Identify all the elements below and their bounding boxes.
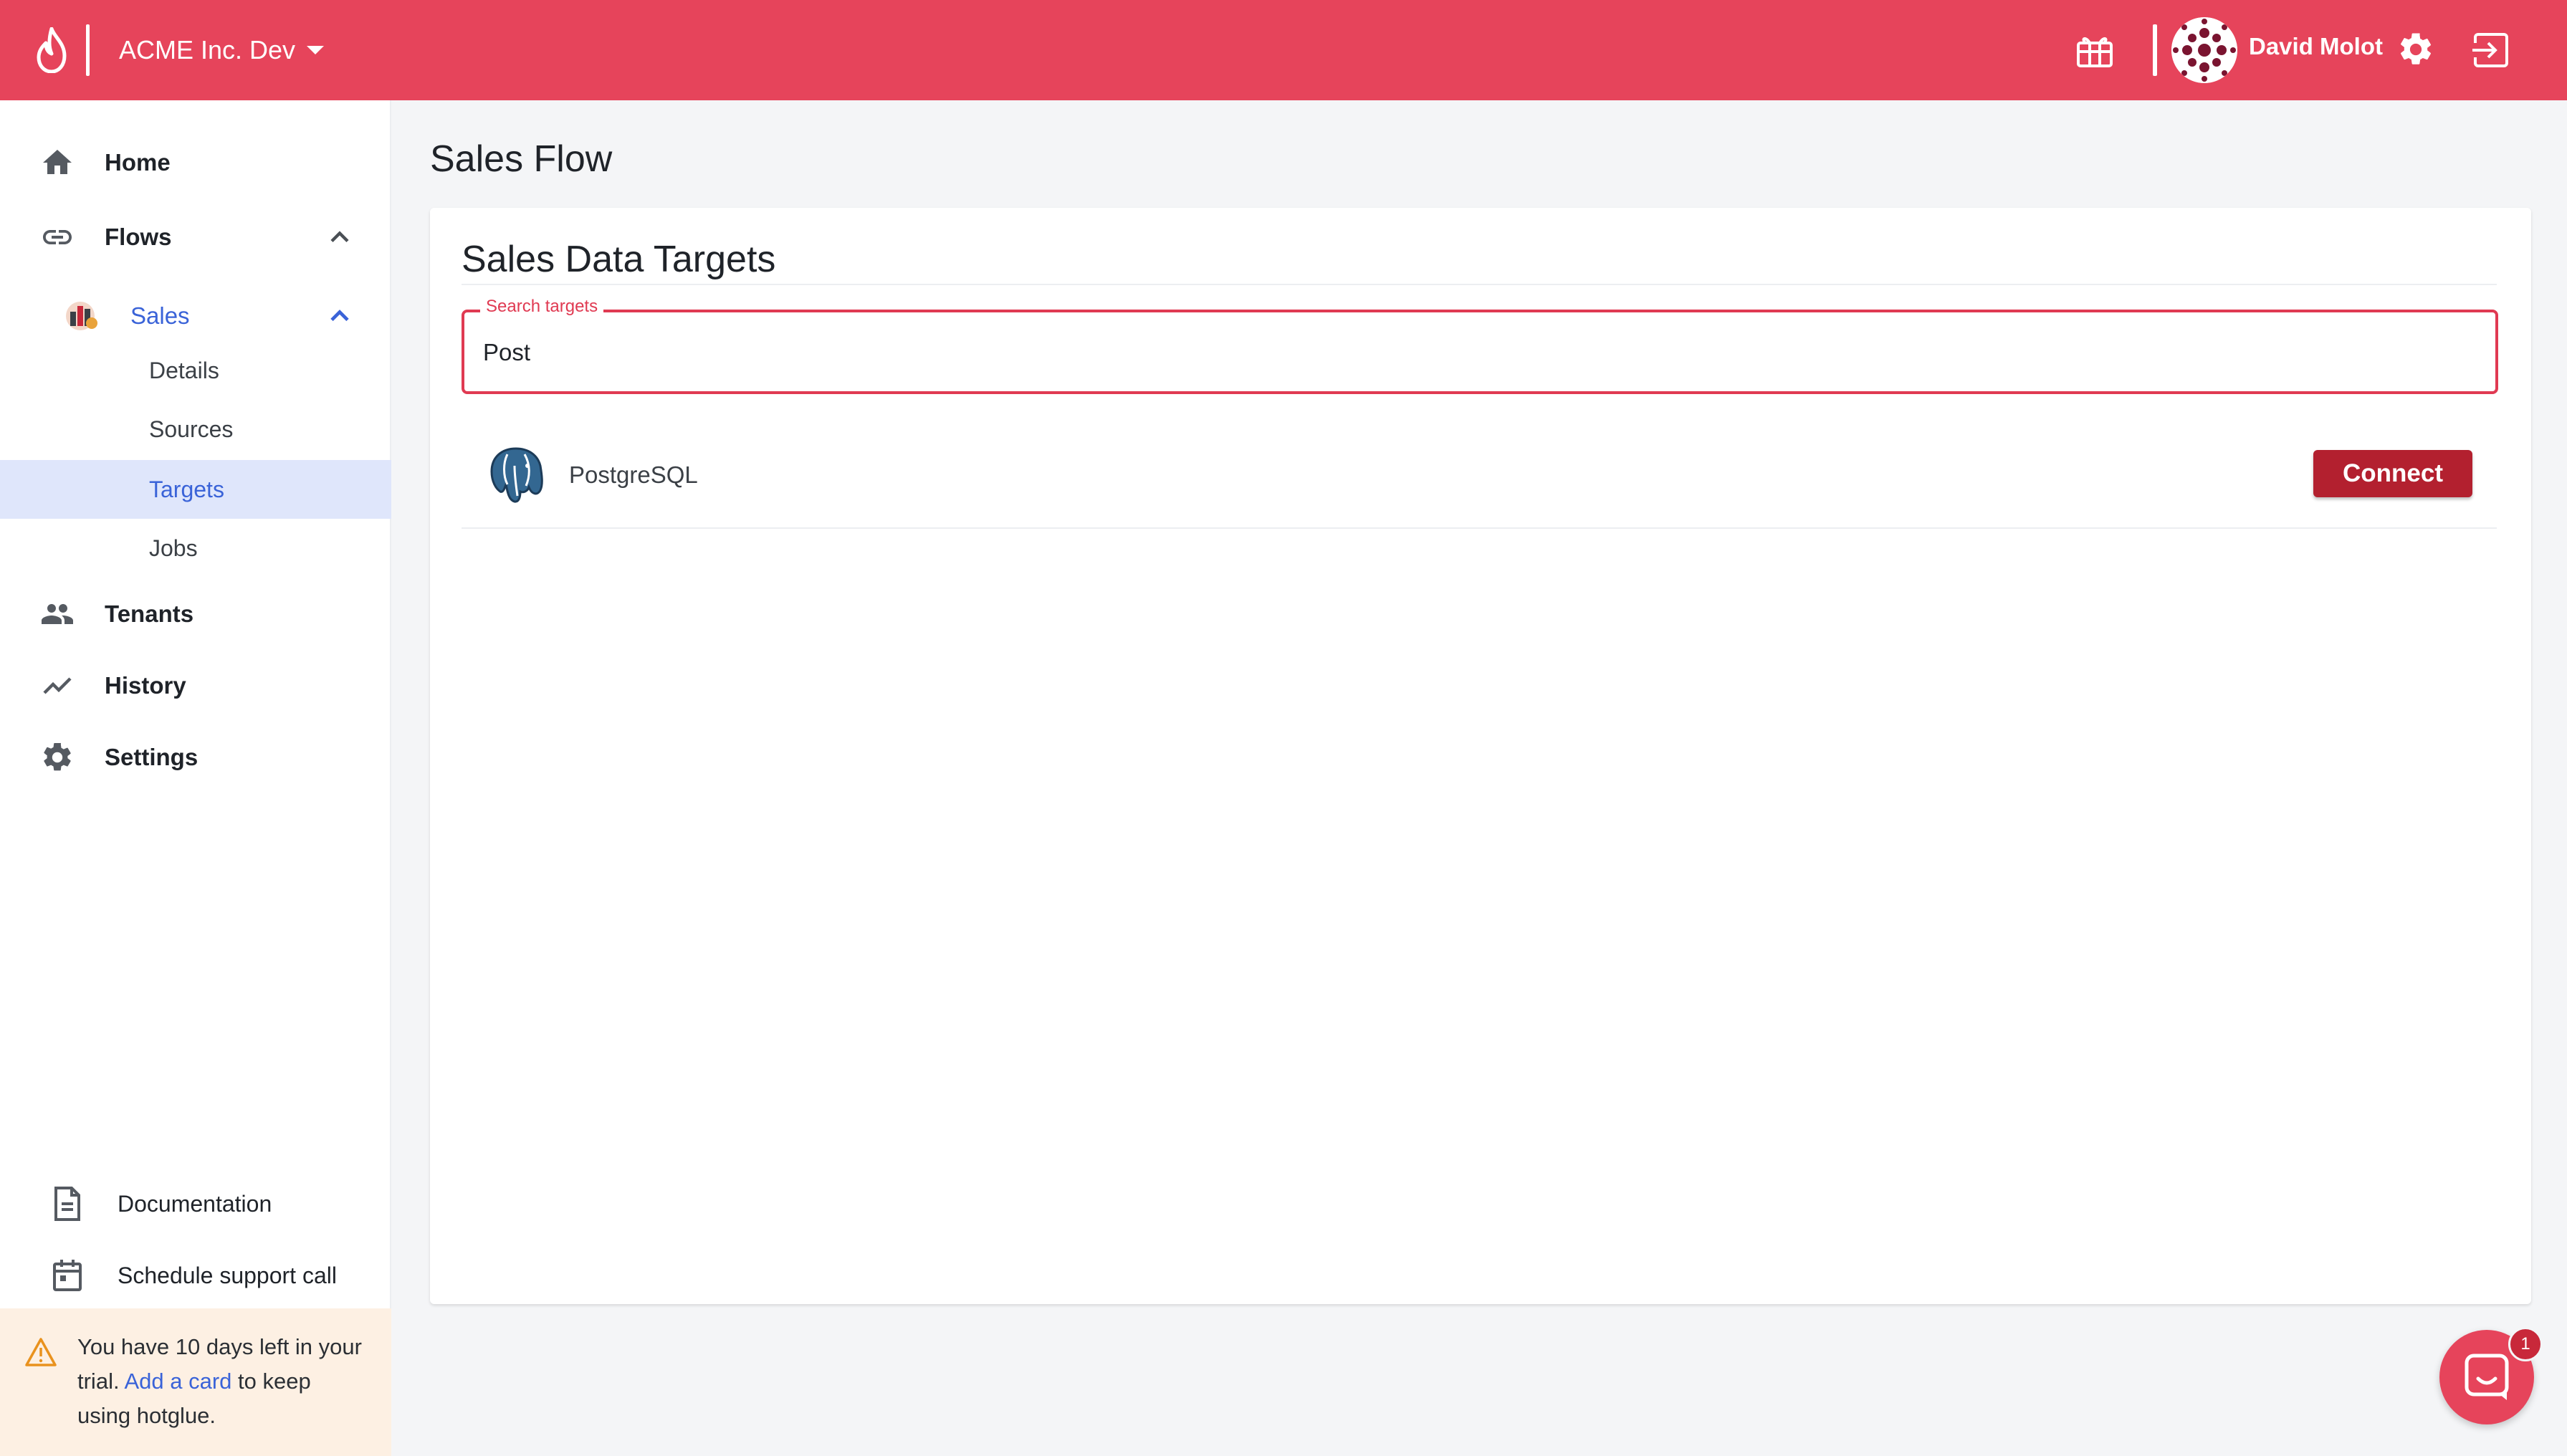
header-divider <box>86 24 90 76</box>
org-name: ACME Inc. Dev <box>119 35 296 64</box>
sidebar-flow-sales[interactable]: Sales <box>0 284 391 348</box>
document-icon <box>54 1187 80 1221</box>
page-title: Sales Flow <box>430 138 613 180</box>
sidebar-item-label: Home <box>105 149 171 176</box>
flame-logo-icon[interactable] <box>33 27 70 73</box>
chevron-up-icon[interactable] <box>324 221 355 253</box>
caret-down-icon <box>307 46 325 54</box>
sidebar: Home Flows Sales Details Sources Targets… <box>0 100 391 1456</box>
subitem-label: Jobs <box>149 535 198 561</box>
gear-icon <box>44 742 71 771</box>
search-input[interactable] <box>483 327 2475 378</box>
sidebar-item-home[interactable]: Home <box>0 130 391 195</box>
top-header: ACME Inc. Dev David Molot <box>0 0 2567 100</box>
search-field[interactable]: Search targets <box>462 297 2498 394</box>
search-label: Search targets <box>480 297 604 317</box>
calendar-icon <box>53 1260 82 1291</box>
add-card-link[interactable]: Add a card <box>124 1369 231 1394</box>
targets-card: Sales Data Targets Search targets Postgr… <box>430 208 2531 1304</box>
people-icon <box>42 604 73 624</box>
sidebar-subitem-details[interactable]: Details <box>0 341 391 400</box>
sidebar-item-tenants[interactable]: Tenants <box>0 582 391 646</box>
sidebar-item-label: Settings <box>105 744 199 770</box>
list-item: PostgreSQL Connect <box>462 424 2497 529</box>
logout-icon[interactable] <box>2471 30 2511 70</box>
card-title: Sales Data Targets <box>462 239 776 280</box>
user-name[interactable]: David Molot <box>2249 33 2383 60</box>
sidebar-item-label: Flows <box>105 224 172 250</box>
postgresql-icon <box>490 447 543 503</box>
trending-icon <box>43 677 72 694</box>
schedule-support-call-link[interactable]: Schedule support call <box>0 1247 391 1304</box>
subitem-label: Targets <box>149 476 224 502</box>
gear-icon[interactable] <box>2396 30 2435 69</box>
chevron-up-icon[interactable] <box>324 300 355 332</box>
sidebar-item-flows[interactable]: Flows <box>0 205 391 269</box>
connect-button[interactable]: Connect <box>2313 450 2472 497</box>
sidebar-item-label: History <box>105 672 186 699</box>
gift-icon[interactable] <box>2075 32 2114 69</box>
sales-flow-icon <box>66 302 97 330</box>
trial-banner: You have 10 days left in your trial. Add… <box>0 1308 391 1456</box>
home-icon <box>43 150 72 174</box>
org-selector[interactable]: ACME Inc. Dev <box>119 29 325 72</box>
bottom-link-label: Documentation <box>118 1190 272 1217</box>
sidebar-subitem-jobs[interactable]: Jobs <box>0 519 391 578</box>
sidebar-item-label: Tenants <box>105 600 194 627</box>
sidebar-flow-label: Sales <box>130 302 190 329</box>
sidebar-subitem-targets[interactable]: Targets <box>0 460 391 519</box>
header-divider <box>2153 24 2157 76</box>
subitem-label: Sources <box>149 416 234 442</box>
sidebar-item-settings[interactable]: Settings <box>0 725 391 790</box>
notification-badge: 1 <box>2508 1327 2543 1361</box>
divider <box>462 284 2497 285</box>
target-name: PostgreSQL <box>569 461 698 488</box>
link-icon <box>43 230 72 244</box>
avatar[interactable] <box>2171 17 2237 83</box>
chat-icon <box>2465 1354 2509 1400</box>
subitem-label: Details <box>149 357 219 383</box>
documentation-link[interactable]: Documentation <box>0 1175 391 1232</box>
bottom-link-label: Schedule support call <box>118 1262 337 1288</box>
sidebar-item-history[interactable]: History <box>0 653 391 718</box>
sidebar-subitem-sources[interactable]: Sources <box>0 400 391 459</box>
warning-icon <box>25 1338 57 1366</box>
